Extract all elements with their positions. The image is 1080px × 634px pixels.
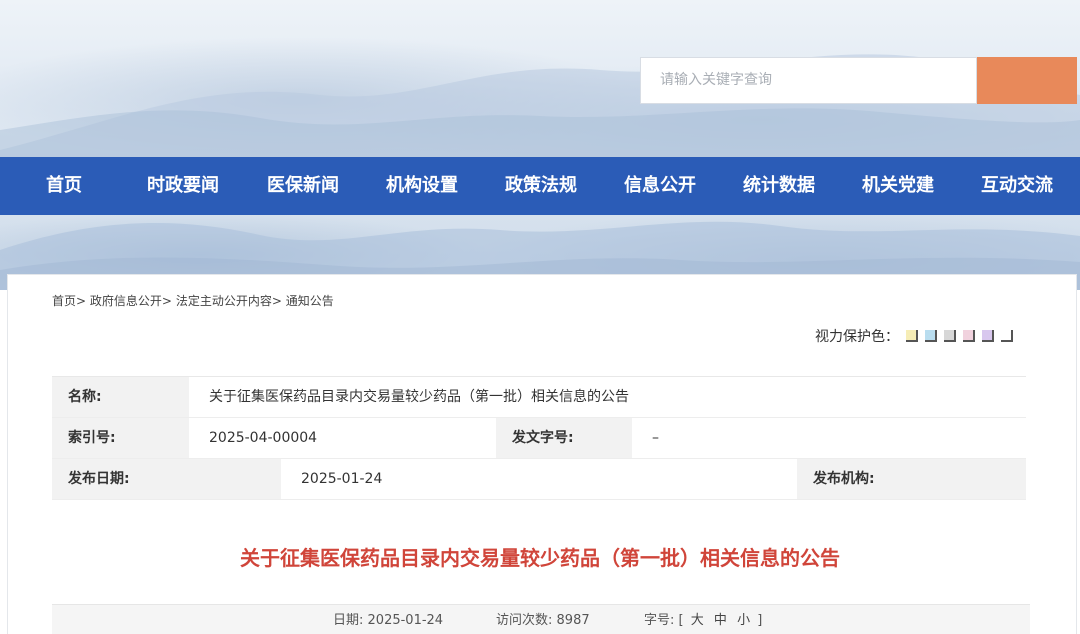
info-visits-label: 访问次数: bbox=[496, 613, 553, 628]
nav-item-current-affairs[interactable]: 时政要闻 bbox=[135, 157, 231, 215]
vision-protection: 视力保护色： bbox=[815, 326, 1013, 346]
nav-item-interaction[interactable]: 互动交流 bbox=[969, 157, 1065, 215]
font-size-large-button[interactable]: 大 bbox=[691, 613, 704, 628]
meta-index-value: 2025-04-00004 bbox=[189, 418, 496, 458]
nav-item-organization[interactable]: 机构设置 bbox=[374, 157, 470, 215]
meta-row-index: 索引号: 2025-04-00004 发文字号: – bbox=[52, 418, 1026, 459]
breadcrumb-separator: > bbox=[161, 294, 172, 308]
meta-index-label: 索引号: bbox=[52, 418, 189, 458]
meta-date-value: 2025-01-24 bbox=[281, 459, 797, 499]
meta-row-name: 名称: 关于征集医保药品目录内交易量较少药品（第一批）相关信息的公告 bbox=[52, 377, 1026, 418]
color-swatch-purple[interactable] bbox=[982, 330, 994, 342]
meta-org-label: 发布机构: bbox=[797, 459, 1026, 499]
breadcrumb-notices[interactable]: 通知公告 bbox=[286, 294, 334, 308]
meta-date-label: 发布日期: bbox=[52, 459, 281, 499]
article-title: 关于征集医保药品目录内交易量较少药品（第一批）相关信息的公告 bbox=[240, 546, 840, 570]
mountain-background bbox=[0, 54, 1080, 290]
info-date: 日期: 2025-01-24 bbox=[333, 605, 443, 634]
nav-item-insurance-news[interactable]: 医保新闻 bbox=[255, 157, 351, 215]
search-button[interactable] bbox=[977, 57, 1077, 104]
bracket-open: [ bbox=[678, 613, 684, 628]
nav-item-home[interactable]: 首页 bbox=[20, 157, 108, 215]
nav-item-party-building[interactable]: 机关党建 bbox=[850, 157, 946, 215]
main-nav: 首页 时政要闻 医保新闻 机构设置 政策法规 信息公开 统计数据 机关党建 互动… bbox=[0, 157, 1080, 215]
header-banner bbox=[0, 0, 1080, 290]
font-size-medium-button[interactable]: 中 bbox=[714, 613, 727, 628]
info-visits-value: 8987 bbox=[556, 613, 590, 628]
info-fontsize-label: 字号: bbox=[644, 613, 675, 628]
nav-item-policies[interactable]: 政策法规 bbox=[493, 157, 589, 215]
color-swatch-yellow[interactable] bbox=[906, 330, 918, 342]
breadcrumb-separator: > bbox=[271, 294, 282, 308]
article-info-bar: 日期: 2025-01-24 访问次数: 8987 字号: [ 大 中 小 ] bbox=[52, 604, 1030, 634]
nav-item-info-disclosure[interactable]: 信息公开 bbox=[612, 157, 708, 215]
color-swatch-gray[interactable] bbox=[944, 330, 956, 342]
breadcrumb-gov-info[interactable]: 政府信息公开 bbox=[90, 294, 162, 308]
info-fontsize: 字号: [ 大 中 小 ] bbox=[644, 605, 762, 634]
breadcrumb: 首页> 政府信息公开> 法定主动公开内容> 通知公告 bbox=[52, 292, 334, 309]
info-date-label: 日期: bbox=[333, 613, 364, 628]
nav-item-statistics[interactable]: 统计数据 bbox=[731, 157, 827, 215]
info-date-value: 2025-01-24 bbox=[367, 613, 444, 628]
bracket-close: ] bbox=[757, 613, 763, 628]
breadcrumb-statutory[interactable]: 法定主动公开内容 bbox=[176, 294, 272, 308]
search-input[interactable]: 请输入关键字查询 bbox=[640, 57, 977, 104]
meta-name-value: 关于征集医保药品目录内交易量较少药品（第一批）相关信息的公告 bbox=[189, 377, 1026, 417]
breadcrumb-home[interactable]: 首页 bbox=[52, 294, 76, 308]
meta-row-date: 发布日期: 2025-01-24 发布机构: bbox=[52, 459, 1026, 500]
breadcrumb-separator: > bbox=[76, 294, 87, 308]
color-swatch-pink[interactable] bbox=[963, 330, 975, 342]
color-swatch-white[interactable] bbox=[1001, 330, 1013, 342]
meta-docno-label: 发文字号: bbox=[496, 418, 632, 458]
document-meta-table: 名称: 关于征集医保药品目录内交易量较少药品（第一批）相关信息的公告 索引号: … bbox=[52, 376, 1026, 500]
font-size-small-button[interactable]: 小 bbox=[737, 613, 750, 628]
info-visits: 访问次数: 8987 bbox=[496, 605, 590, 634]
vision-protection-label: 视力保护色： bbox=[815, 329, 899, 345]
color-swatch-blue[interactable] bbox=[925, 330, 937, 342]
meta-name-label: 名称: bbox=[52, 377, 189, 417]
meta-docno-value: – bbox=[632, 418, 1026, 458]
